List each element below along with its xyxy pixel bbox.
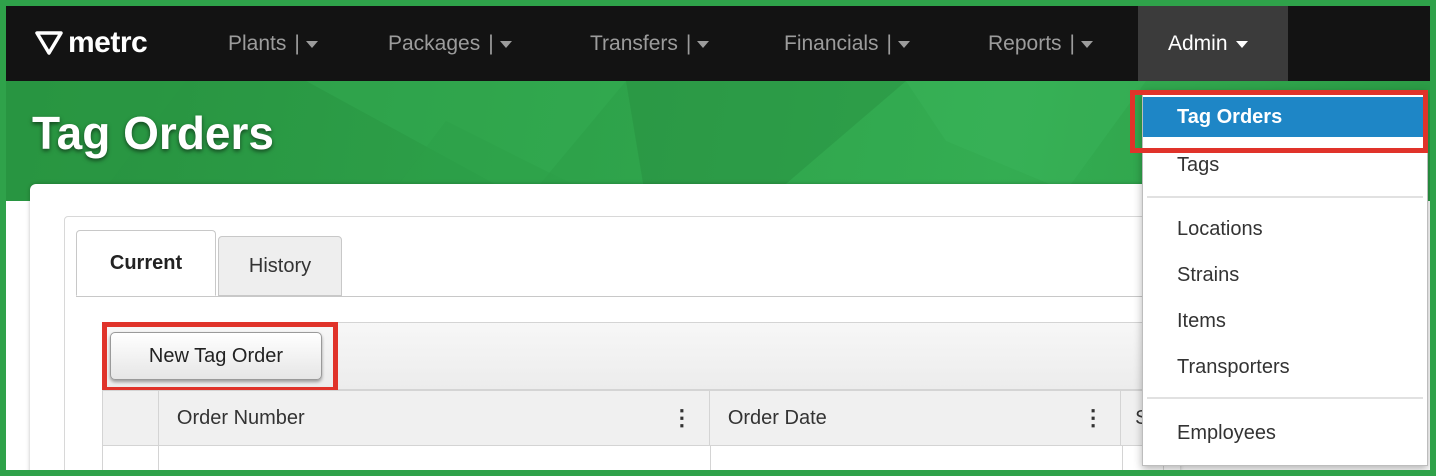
menu-item-strains[interactable]: Strains	[1143, 255, 1427, 295]
nav-separator: |	[294, 31, 300, 55]
menu-divider	[1147, 397, 1423, 399]
metrc-triangle-icon	[35, 31, 63, 55]
nav-packages[interactable]: Packages |	[388, 6, 512, 81]
highlight-box-tag-orders	[1130, 90, 1428, 153]
nav-financials[interactable]: Financials |	[784, 6, 911, 81]
nav-separator: |	[886, 31, 893, 55]
nav-reports[interactable]: Reports |	[988, 6, 1093, 81]
nav-admin-label: Admin	[1168, 31, 1228, 55]
caret-down-icon[interactable]	[697, 41, 710, 48]
screenshot-frame: metrc Plants | Packages | Transfers | Fi…	[0, 0, 1436, 476]
nav-packages-label: Packages	[388, 31, 481, 55]
metrc-logo[interactable]: metrc	[34, 26, 148, 60]
tab-divider	[76, 296, 1166, 297]
caret-down-icon[interactable]	[1235, 41, 1248, 48]
nav-financials-label: Financials	[784, 31, 879, 55]
menu-item-transporters[interactable]: Transporters	[1143, 347, 1427, 387]
column-label: Order Date	[727, 406, 827, 429]
top-navbar: metrc Plants | Packages | Transfers | Fi…	[6, 6, 1430, 81]
column-menu-icon[interactable]: ⋮	[671, 405, 693, 431]
grid-column	[103, 446, 159, 470]
menu-item-locations[interactable]: Locations	[1143, 209, 1427, 249]
highlight-box-new-tag-order	[102, 322, 338, 392]
column-header-order-date[interactable]: Order Date ⋮	[710, 391, 1122, 445]
tab-history[interactable]: History	[218, 236, 342, 296]
column-menu-icon[interactable]: ⋮	[1082, 405, 1104, 431]
column-label: Order Number	[176, 406, 305, 429]
menu-item-items[interactable]: Items	[1143, 301, 1427, 341]
caret-down-icon[interactable]	[1081, 41, 1093, 48]
grid-column	[159, 446, 711, 470]
nav-reports-label: Reports	[988, 31, 1062, 55]
nav-separator: |	[488, 31, 494, 55]
nav-transfers-label: Transfers	[590, 31, 678, 55]
grid-select-column[interactable]	[103, 391, 159, 445]
nav-plants[interactable]: Plants |	[228, 6, 318, 81]
grid-column	[711, 446, 1123, 470]
column-header-order-number[interactable]: Order Number ⋮	[159, 391, 710, 445]
nav-separator: |	[1069, 31, 1075, 55]
menu-divider	[1147, 196, 1423, 198]
caret-down-icon[interactable]	[499, 41, 512, 48]
grid-body	[102, 446, 1166, 470]
menu-item-employees[interactable]: Employees	[1143, 413, 1427, 453]
nav-admin[interactable]: Admin	[1138, 6, 1288, 81]
brand-name: metrc	[68, 26, 148, 59]
nav-transfers[interactable]: Transfers |	[590, 6, 710, 81]
tab-current[interactable]: Current	[76, 230, 216, 296]
nav-separator: |	[685, 31, 692, 55]
nav-plants-label: Plants	[228, 31, 287, 55]
page-title: Tag Orders	[32, 107, 274, 159]
caret-down-icon[interactable]	[305, 41, 318, 48]
caret-down-icon[interactable]	[898, 41, 911, 48]
grid-header: Order Number ⋮ Order Date ⋮ S	[102, 390, 1166, 446]
